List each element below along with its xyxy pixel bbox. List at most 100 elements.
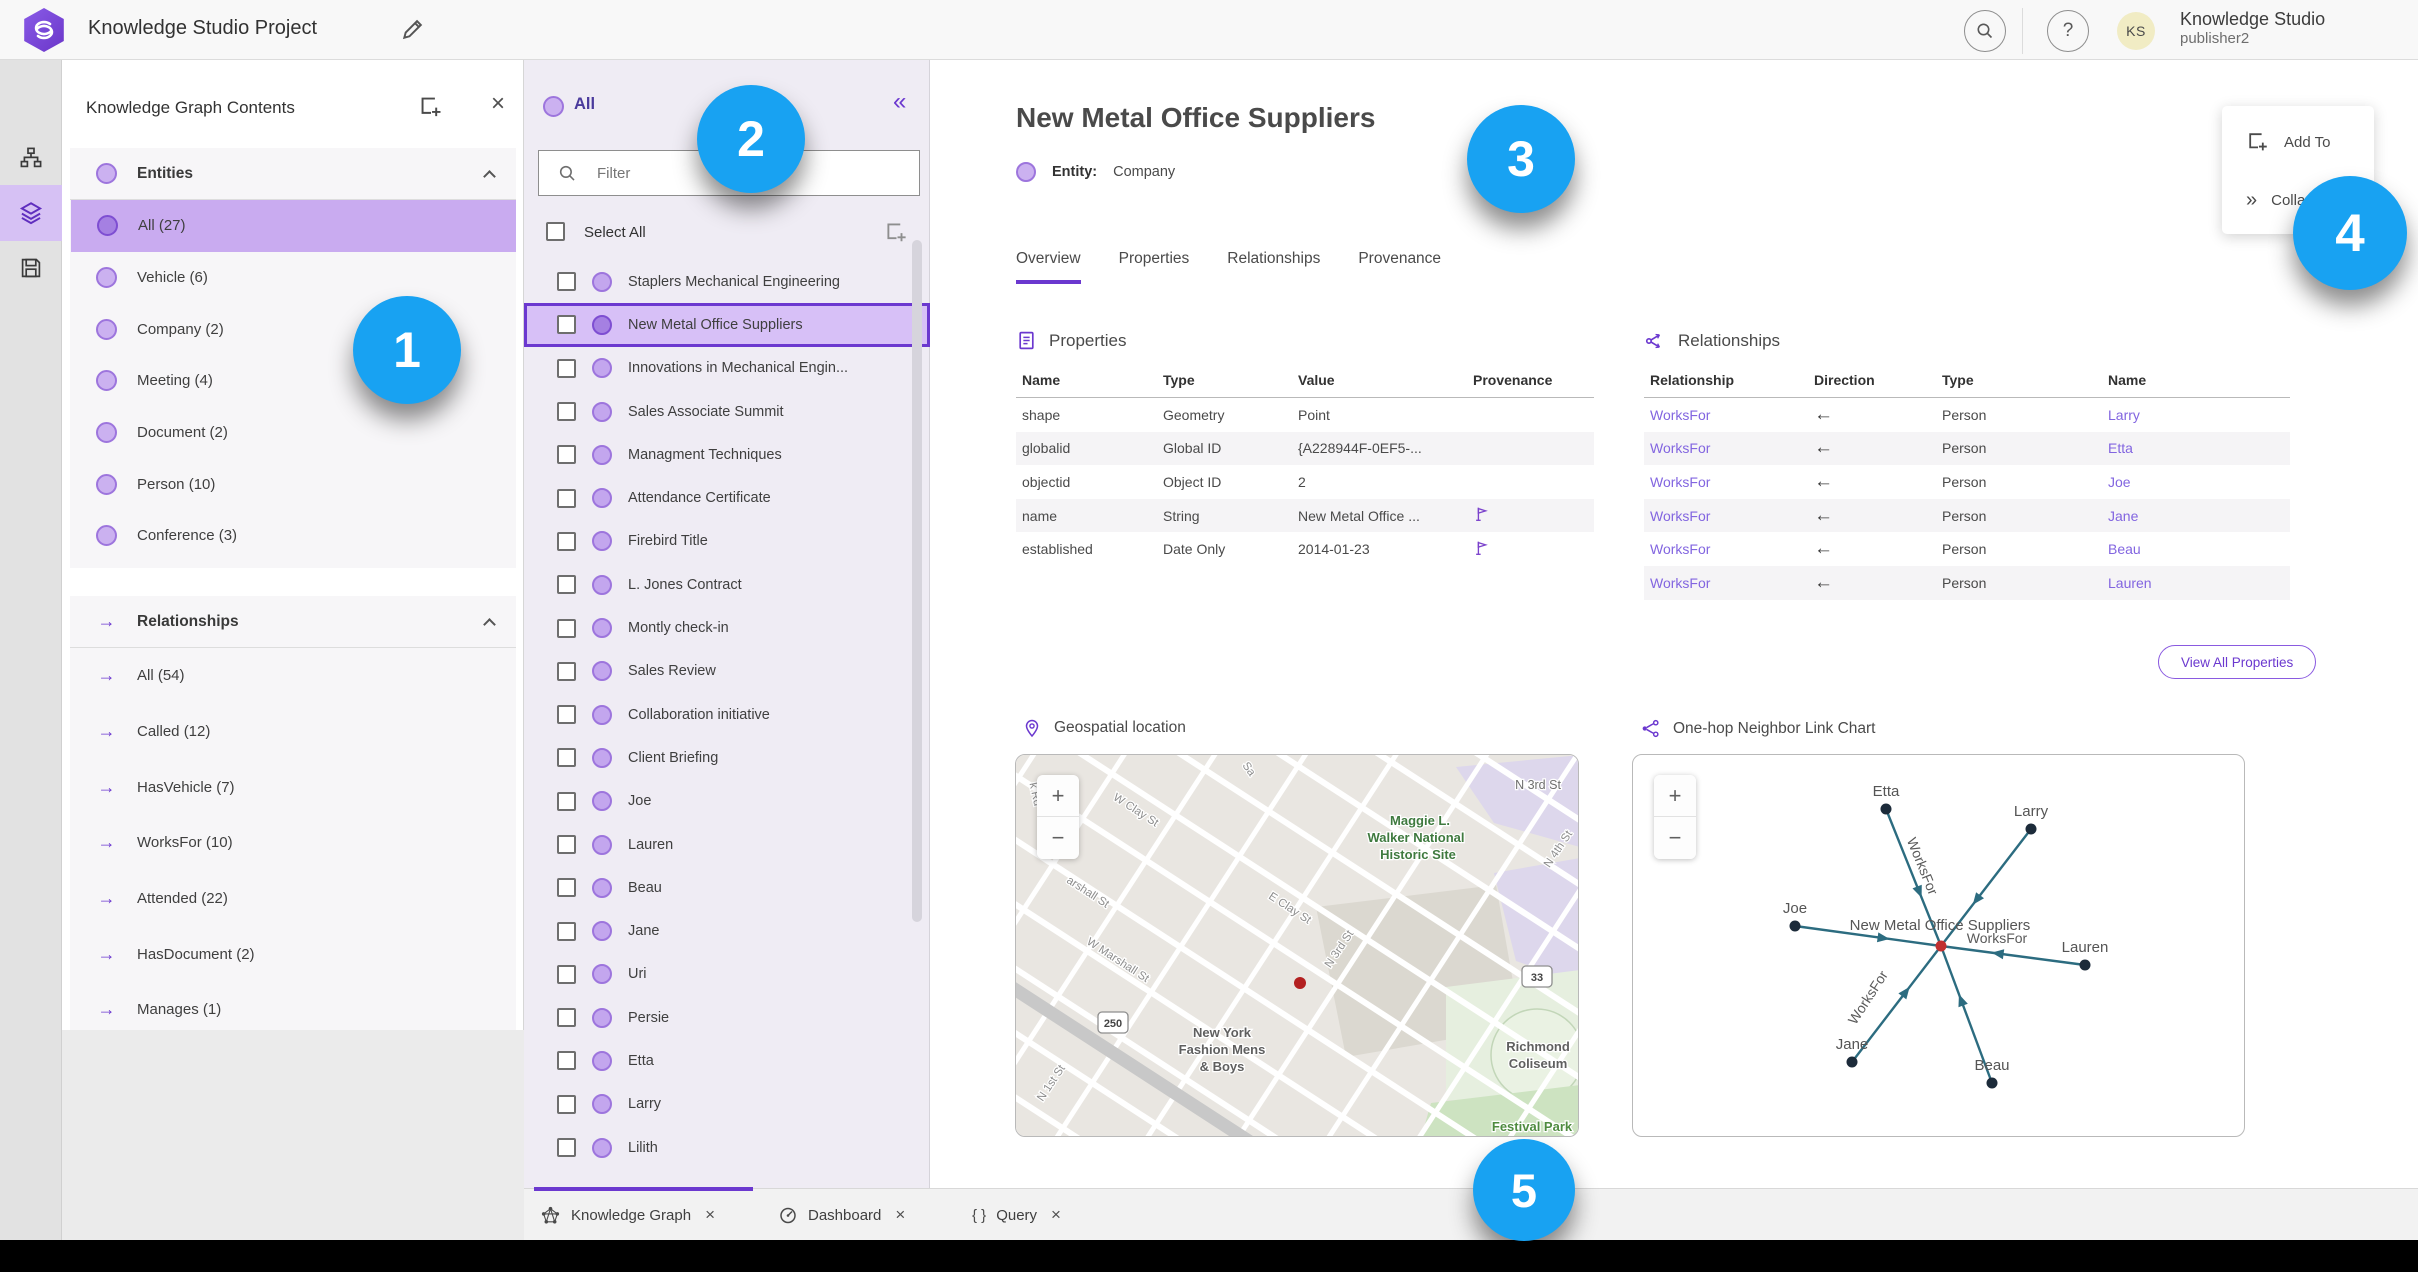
map-canvas[interactable]: 25033k Rd W Clay StSaN 3rd StMaggie L.Wal…	[1016, 755, 1579, 1137]
table-row[interactable]: objectid Object ID 2	[1016, 465, 1594, 499]
item-checkbox[interactable]	[557, 921, 576, 941]
save-tool-button[interactable]	[0, 240, 62, 296]
item-checkbox[interactable]	[557, 1094, 576, 1114]
item-checkbox[interactable]	[557, 1051, 576, 1071]
item-checkbox[interactable]	[557, 618, 576, 638]
relationship-link[interactable]: WorksFor	[1644, 474, 1808, 490]
edit-title-button[interactable]	[398, 16, 426, 44]
graph-node-larry[interactable]	[2025, 823, 2037, 835]
zoom-out-button[interactable]: −	[1037, 817, 1079, 859]
table-row[interactable]: name String New Metal Office ...	[1016, 498, 1594, 533]
geospatial-map[interactable]: + − 250 33 k Rd W Clay St Sa N 3rd St Maggie L…	[1015, 754, 1579, 1137]
item-checkbox[interactable]	[557, 705, 576, 725]
list-item[interactable]: Collaboration initiative	[524, 693, 930, 736]
entity-name-link[interactable]: Larry	[2102, 407, 2290, 423]
collapse-section-icon[interactable]	[483, 170, 496, 183]
link-chart-canvas[interactable]: EttaLarryJoeLaurenJaneBeauNew Metal Offi…	[1633, 755, 2245, 1137]
zoom-in-button[interactable]: +	[1037, 775, 1079, 817]
item-checkbox[interactable]	[557, 748, 576, 768]
app-logo-icon[interactable]	[24, 8, 64, 52]
graph-node-lauren[interactable]	[2079, 959, 2091, 971]
bottom-tab-query[interactable]: { } Query ×	[972, 1189, 1061, 1241]
entities-tree-item[interactable]: Conference (3)	[70, 510, 516, 562]
entities-tree-item[interactable]: Vehicle (6)	[70, 252, 516, 304]
list-item[interactable]: Innovations in Mechanical Engin...	[524, 347, 930, 390]
graph-node-jane[interactable]	[1846, 1056, 1858, 1068]
item-checkbox[interactable]	[557, 402, 576, 422]
table-row[interactable]: WorksFor ← Person Joe	[1644, 465, 2290, 499]
table-row[interactable]: WorksFor ← Person Lauren	[1644, 565, 2290, 600]
relationships-tree-item[interactable]: → HasDocument (2)	[70, 926, 516, 982]
list-item[interactable]: Sales Review	[524, 650, 930, 693]
entity-name-link[interactable]: Beau	[2102, 541, 2290, 557]
item-checkbox[interactable]	[557, 445, 576, 465]
avatar[interactable]: KS	[2117, 12, 2155, 50]
entity-name-link[interactable]: Etta	[2102, 440, 2290, 456]
table-row[interactable]: WorksFor ← Person Jane	[1644, 498, 2290, 533]
table-row[interactable]: WorksFor ← Person Etta	[1644, 431, 2290, 466]
account-info[interactable]: Knowledge Studio publisher2	[2180, 9, 2325, 47]
collapse-list-panel-button[interactable]: «	[893, 88, 906, 116]
list-item[interactable]: Client Briefing	[524, 736, 930, 779]
graph-node-etta[interactable]	[1880, 803, 1892, 815]
schema-tool-button[interactable]	[0, 130, 62, 186]
list-item[interactable]: Staplers Mechanical Engineering	[524, 260, 930, 303]
item-checkbox[interactable]	[557, 315, 576, 335]
zoom-in-button[interactable]: +	[1654, 775, 1696, 817]
list-item[interactable]: Attendance Certificate	[524, 476, 930, 519]
relationship-link[interactable]: WorksFor	[1644, 541, 1808, 557]
list-item[interactable]: Etta	[524, 1039, 930, 1082]
list-item[interactable]: Firebird Title	[524, 520, 930, 563]
list-item[interactable]: Lauren	[524, 823, 930, 866]
entity-name-link[interactable]: Jane	[2102, 508, 2290, 524]
tab-properties[interactable]: Properties	[1119, 250, 1190, 284]
list-item[interactable]: Lilith	[524, 1126, 930, 1169]
table-row[interactable]: shape Geometry Point	[1016, 398, 1594, 432]
close-tab-icon[interactable]: ×	[705, 1205, 715, 1225]
list-item[interactable]: Montly check-in	[524, 606, 930, 649]
bottom-tab-dashboard[interactable]: Dashboard ×	[778, 1189, 905, 1241]
one-hop-link-chart[interactable]: + − Etta Larry Joe Lauren Jane Beau New Metal …	[1632, 754, 2245, 1137]
relationships-tree-item[interactable]: → Manages (1)	[70, 982, 516, 1038]
search-button[interactable]	[1964, 10, 2006, 52]
item-checkbox[interactable]	[557, 531, 576, 551]
add-to-action[interactable]: Add To	[2222, 120, 2374, 164]
entities-tree-item[interactable]: Person (10)	[70, 458, 516, 510]
entities-section-header[interactable]: Entities	[70, 148, 516, 200]
list-item[interactable]: Managment Techniques	[524, 433, 930, 476]
table-row[interactable]: WorksFor ← Person Beau	[1644, 532, 2290, 566]
list-item[interactable]: Joe	[524, 780, 930, 823]
list-scrollbar[interactable]	[912, 240, 922, 922]
relationships-tree-item[interactable]: → Called (12)	[70, 704, 516, 760]
relationship-link[interactable]: WorksFor	[1644, 407, 1808, 423]
graph-center-node[interactable]	[1935, 940, 1947, 952]
item-checkbox[interactable]	[557, 791, 576, 811]
relationship-link[interactable]: WorksFor	[1644, 508, 1808, 524]
view-all-properties-button[interactable]: View All Properties	[2158, 645, 2317, 679]
tab-relationships[interactable]: Relationships	[1227, 250, 1320, 284]
list-item[interactable]: L. Jones Contract	[524, 563, 930, 606]
relationships-tree-item[interactable]: → WorksFor (10)	[70, 815, 516, 871]
close-tab-icon[interactable]: ×	[895, 1205, 905, 1225]
item-checkbox[interactable]	[557, 488, 576, 508]
item-checkbox[interactable]	[557, 878, 576, 898]
close-panel-button[interactable]: ×	[484, 90, 512, 118]
graph-node-beau[interactable]	[1986, 1077, 1998, 1089]
relationships-tree-item[interactable]: → HasVehicle (7)	[70, 759, 516, 815]
item-checkbox[interactable]	[557, 272, 576, 292]
entity-name-link[interactable]: Joe	[2102, 474, 2290, 490]
item-checkbox[interactable]	[557, 575, 576, 595]
entity-name-link[interactable]: Lauren	[2102, 575, 2290, 591]
add-to-map-button[interactable]	[418, 94, 446, 122]
provenance-flag-icon[interactable]	[1473, 539, 1491, 557]
table-row[interactable]: WorksFor ← Person Larry	[1644, 398, 2290, 432]
item-checkbox[interactable]	[557, 661, 576, 681]
relationship-link[interactable]: WorksFor	[1644, 575, 1808, 591]
help-button[interactable]: ?	[2047, 10, 2089, 52]
close-tab-icon[interactable]: ×	[1051, 1205, 1061, 1225]
relationships-tree-item[interactable]: → Attended (22)	[70, 871, 516, 927]
graph-node-joe[interactable]	[1789, 920, 1801, 932]
provenance-flag-icon[interactable]	[1473, 505, 1491, 523]
bottom-tab-knowledge-graph[interactable]: Knowledge Graph ×	[540, 1189, 715, 1241]
zoom-out-button[interactable]: −	[1654, 817, 1696, 859]
